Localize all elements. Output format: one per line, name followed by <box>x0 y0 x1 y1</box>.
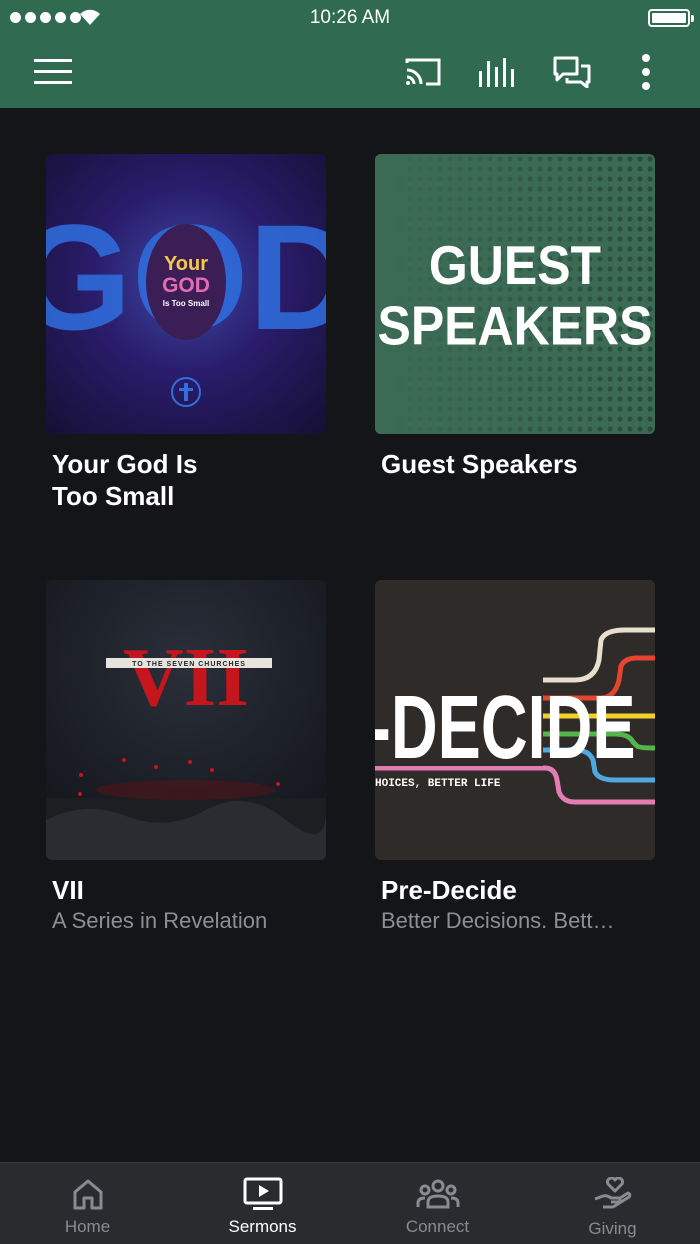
series-title: Your God Is Too Small <box>46 448 326 512</box>
tab-sermons[interactable]: Sermons <box>175 1163 350 1244</box>
series-artwork[interactable]: -DECIDE HOICES, BETTER LIFE <box>375 580 655 860</box>
series-artwork[interactable]: GOD Your GOD Is Too Small <box>46 154 326 434</box>
art-text-too-small: Is Too Small <box>163 299 210 308</box>
chat-button[interactable] <box>550 50 594 94</box>
menu-icon <box>34 59 72 84</box>
audio-button[interactable] <box>475 50 519 94</box>
tab-label: Connect <box>405 1217 470 1236</box>
art-text-your: Your <box>164 253 208 275</box>
series-artwork[interactable]: GUEST SPEAKERS <box>375 154 655 434</box>
connect-group-icon <box>416 1179 459 1209</box>
series-title: VII <box>52 875 84 905</box>
series-card[interactable]: GOD Your GOD Is Too Small Your God Is To… <box>46 154 326 512</box>
series-title-line1: Your God Is <box>52 449 198 479</box>
art-text-guest: GUEST <box>429 235 601 297</box>
status-bar: 10:26 AM <box>0 0 700 36</box>
art-text-god: GOD <box>162 274 210 297</box>
app-bar <box>0 36 700 108</box>
tab-home[interactable]: Home <box>0 1163 175 1244</box>
art-tagline: HOICES, BETTER LIFE <box>375 778 501 790</box>
series-subtitle: A Series in Revelation <box>52 908 268 933</box>
tab-label: Sermons <box>228 1217 297 1236</box>
art-text-speakers: SPEAKERS <box>377 295 652 357</box>
artwork-vii: VII TO THE SEVEN CHURCHES <box>46 631 326 860</box>
equalizer-icon <box>479 58 514 87</box>
chat-icon <box>553 56 591 88</box>
series-title-line1: Guest Speakers <box>381 449 578 479</box>
sermons-tv-icon <box>243 1177 282 1210</box>
artwork-pre-decide: -DECIDE HOICES, BETTER LIFE <box>375 627 655 805</box>
artwork-guest-speakers: GUEST SPEAKERS <box>375 154 655 434</box>
series-card[interactable]: VII TO THE SEVEN CHURCHES VII A Series i… <box>46 580 326 934</box>
series-subtitle: Better Decisions. Bett… <box>381 908 615 933</box>
series-card[interactable]: -DECIDE HOICES, BETTER LIFE Pre-Decide B… <box>375 580 655 934</box>
bottom-tab-bar: Home Sermons Connect Giving <box>0 1162 700 1244</box>
tab-giving[interactable]: Giving <box>525 1163 700 1244</box>
battery-icon <box>648 9 694 27</box>
more-vert-icon <box>642 54 650 90</box>
menu-button[interactable] <box>31 50 75 94</box>
artwork-god: GOD Your GOD Is Too Small <box>46 193 326 407</box>
series-artwork[interactable]: VII TO THE SEVEN CHURCHES <box>46 580 326 860</box>
status-time: 10:26 AM <box>309 7 391 28</box>
series-title: Pre-Decide <box>381 875 517 905</box>
cast-icon <box>405 58 441 86</box>
art-banner: TO THE SEVEN CHURCHES <box>132 661 246 668</box>
art-numeral: VII <box>123 631 249 724</box>
tab-label: Home <box>64 1217 111 1236</box>
giving-hand-heart-icon <box>593 1177 631 1209</box>
art-word: -DECIDE <box>375 677 636 778</box>
more-button[interactable] <box>624 50 668 94</box>
cast-button[interactable] <box>401 50 445 94</box>
series-card[interactable]: GUEST SPEAKERS Guest Speakers <box>375 154 655 480</box>
home-icon <box>73 1179 102 1210</box>
tab-connect[interactable]: Connect <box>350 1163 525 1244</box>
series-title: Guest Speakers <box>375 448 655 480</box>
tab-label: Giving <box>588 1219 637 1238</box>
series-title-line2: Too Small <box>52 481 175 511</box>
